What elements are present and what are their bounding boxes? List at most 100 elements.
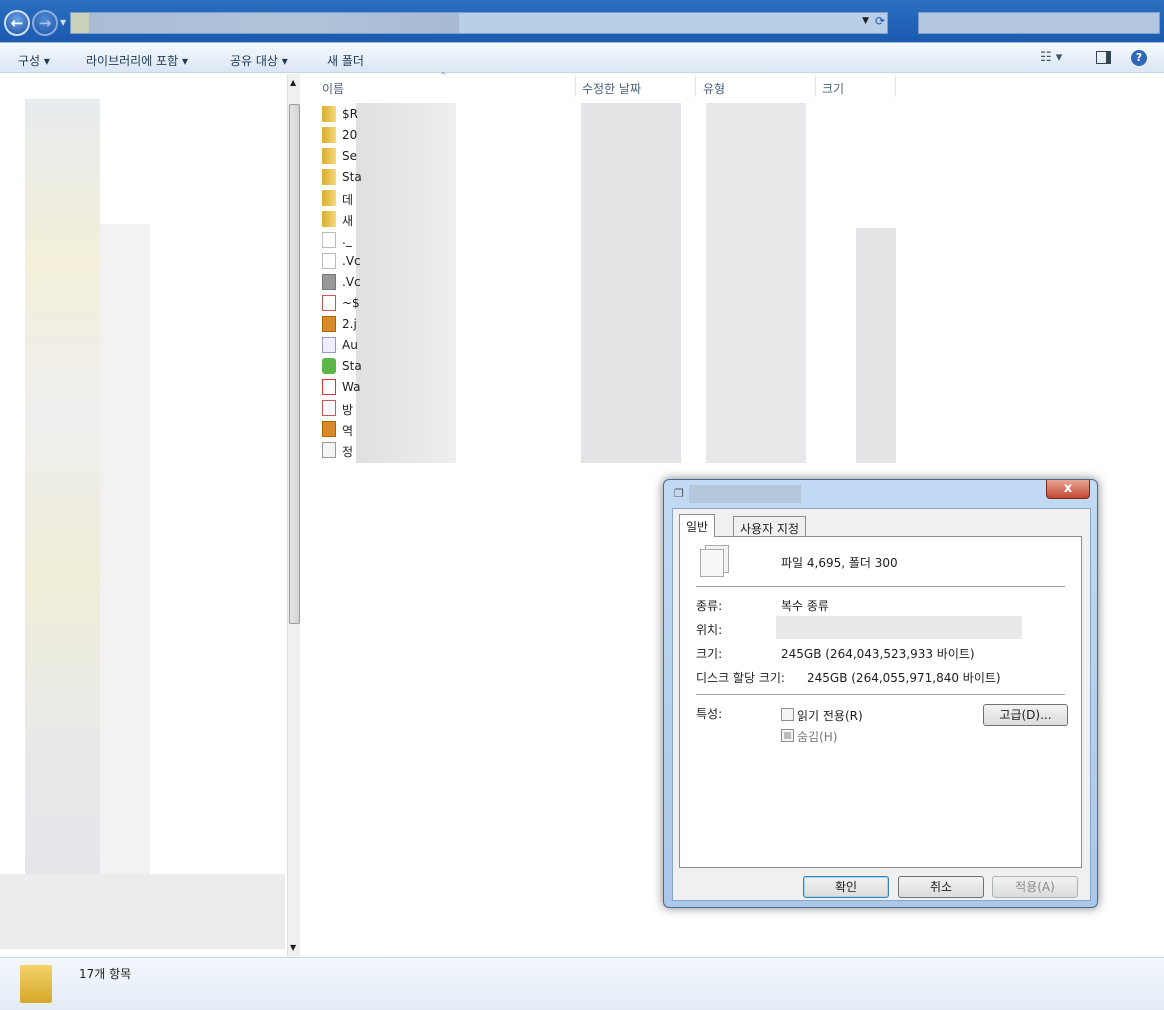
folder-icon (322, 148, 336, 164)
status-bar: 17개 항목 (0, 957, 1164, 1010)
folder-icon (322, 169, 336, 185)
file-name: Sta (342, 359, 362, 373)
multiple-files-icon (700, 549, 724, 577)
file-row[interactable]: 2.j (322, 314, 362, 335)
file-row[interactable]: .Vc (322, 251, 362, 272)
file-name: .Vc (342, 254, 361, 268)
command-bar: 구성 ▾ 라이브러리에 포함 ▾ 공유 대상 ▾ 새 폴더 ☷ ▾ ? (0, 42, 1164, 73)
forward-button[interactable]: → (32, 10, 58, 36)
search-input[interactable] (918, 12, 1160, 34)
size-value: 245GB (264,043,523,933 바이트) (781, 647, 975, 661)
hidden-label[interactable]: 숨김(H) (797, 728, 837, 745)
cancel-button[interactable]: 취소 (898, 876, 984, 898)
folder-icon (20, 965, 52, 1003)
gray-file-icon (322, 274, 336, 290)
hidden-checkbox[interactable] (781, 729, 794, 742)
location-label: 위치: (696, 623, 723, 637)
scroll-thumb[interactable] (289, 104, 300, 624)
multiple-files-icon: ❐ (674, 487, 684, 500)
column-header-name[interactable]: 이름 (322, 80, 344, 97)
sort-ascending-icon: ^ (440, 71, 447, 80)
back-button[interactable]: ← (4, 10, 30, 36)
attributes-label: 특성: (696, 707, 723, 721)
close-button[interactable]: x (1046, 480, 1090, 499)
file-row[interactable]: 정 (322, 440, 362, 461)
powerpoint-icon (322, 295, 336, 311)
file-icon (322, 253, 336, 269)
file-row[interactable]: 20 (322, 125, 362, 146)
organize-button[interactable]: 구성 ▾ (18, 52, 50, 69)
file-row[interactable]: Sta (322, 167, 362, 188)
disk-size-label: 디스크 할당 크기: (696, 671, 785, 685)
file-row[interactable]: Se (322, 146, 362, 167)
settings-file-icon (322, 337, 336, 353)
file-row[interactable]: 방 (322, 398, 362, 419)
file-row[interactable]: 새 (322, 209, 362, 230)
help-icon[interactable]: ? (1131, 50, 1147, 66)
file-name: Sta (342, 170, 362, 184)
new-folder-button[interactable]: 새 폴더 (327, 52, 364, 69)
type-value: 복수 종류 (781, 599, 829, 613)
size-label: 크기: (696, 647, 723, 661)
include-library-button[interactable]: 라이브러리에 포함 ▾ (86, 52, 188, 69)
tab-customize[interactable]: 사용자 지정 (733, 516, 807, 537)
column-divider[interactable] (895, 75, 896, 97)
file-row[interactable]: ~$ (322, 293, 362, 314)
scroll-down-icon[interactable]: ▼ (290, 943, 296, 952)
file-row[interactable]: 데 (322, 188, 362, 209)
powerpoint-icon (322, 400, 336, 416)
column-divider[interactable] (695, 75, 696, 97)
general-panel: 파일 4,695, 폴더 300 종류: 복수 종류 위치: 크기: 245GB… (679, 536, 1082, 868)
text-file-icon (322, 442, 336, 458)
disk-size-value: 245GB (264,055,971,840 바이트) (807, 671, 1001, 685)
share-with-button[interactable]: 공유 대상 ▾ (230, 52, 288, 69)
tab-general[interactable]: 일반 (679, 514, 716, 537)
file-name: .Vc (342, 275, 361, 289)
scroll-up-icon[interactable]: ▲ (290, 78, 296, 87)
readonly-label[interactable]: 읽기 전용(R) (797, 707, 863, 724)
column-divider[interactable] (815, 75, 816, 97)
navigation-scrollbar[interactable]: ▲ ▼ (287, 74, 300, 957)
apply-button[interactable]: 적용(A) (992, 876, 1078, 898)
properties-dialog: ❐ x 일반 사용자 지정 파일 4,695, 폴더 300 종류: 복수 종류… (663, 479, 1098, 908)
column-header-type[interactable]: 유형 (703, 80, 725, 97)
file-row[interactable]: ._ (322, 230, 362, 251)
address-dropdown-icon[interactable]: ▼ (862, 16, 869, 26)
readonly-checkbox[interactable] (781, 708, 794, 721)
navigation-pane[interactable] (0, 74, 287, 957)
file-row[interactable]: Wa (322, 377, 362, 398)
preview-pane-icon[interactable] (1096, 51, 1111, 64)
folder-icon (322, 127, 336, 143)
file-row[interactable]: Au (322, 335, 362, 356)
item-count: 17개 항목 (79, 967, 132, 981)
address-input[interactable]: ▼ ⟳ (70, 12, 888, 34)
file-name: Au (342, 338, 358, 352)
file-row[interactable]: $R (322, 104, 362, 125)
ok-button[interactable]: 확인 (803, 876, 889, 898)
pdf-icon (322, 379, 336, 395)
file-row[interactable]: .Vc (322, 272, 362, 293)
file-name: ._ (342, 233, 352, 247)
column-divider[interactable] (575, 75, 576, 97)
file-name: 데 (342, 193, 354, 207)
type-label: 종류: (696, 599, 723, 613)
folder-icon (322, 190, 336, 206)
folder-icon (322, 106, 336, 122)
file-name: 정 (342, 445, 354, 459)
view-options-icon[interactable]: ☷ ▾ (1040, 50, 1062, 65)
jpg-icon (322, 421, 336, 437)
advanced-button[interactable]: 고급(D)... (983, 704, 1068, 726)
file-name: 20 (342, 128, 358, 142)
refresh-icon[interactable]: ⟳ (875, 14, 885, 28)
file-row[interactable]: 역 (322, 419, 362, 440)
file-row[interactable]: Sta (322, 356, 362, 377)
file-name: 2.j (342, 317, 357, 331)
file-name: Wa (342, 380, 361, 394)
file-name: 역 (342, 424, 354, 438)
column-header-size[interactable]: 크기 (822, 80, 844, 97)
file-name: $R (342, 107, 358, 121)
column-header-modified[interactable]: 수정한 날짜 (582, 80, 641, 97)
dialog-title (689, 485, 801, 503)
recent-pages-icon[interactable]: ▼ (60, 18, 66, 27)
folder-icon (322, 211, 336, 227)
